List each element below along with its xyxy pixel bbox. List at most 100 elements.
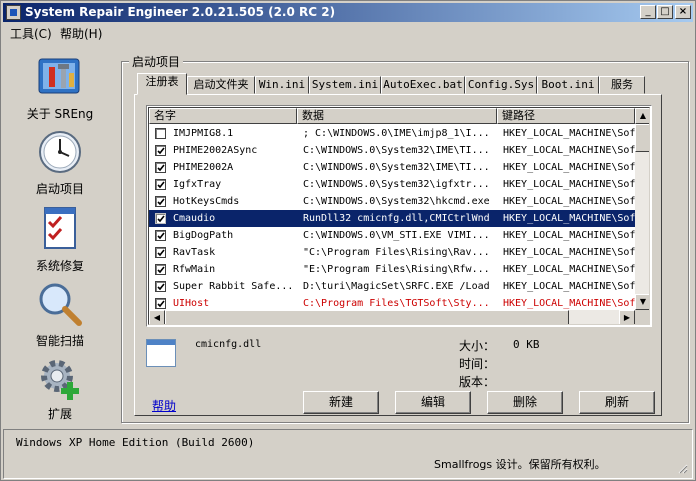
tab-autoexec[interactable]: AutoExec.bat	[381, 76, 465, 94]
resize-grip-icon[interactable]	[677, 463, 688, 474]
row-checkbox[interactable]	[155, 179, 166, 190]
row-name: PHIME2002ASync	[173, 145, 258, 156]
gear-plus-icon	[41, 360, 79, 400]
file-icon	[146, 339, 176, 367]
title-bar[interactable]: System Repair Engineer 2.0.21.505 (2.0 R…	[3, 3, 693, 22]
sidebar-item-label: 扩展	[47, 407, 72, 421]
menu-tools[interactable]: 工具(C)	[10, 25, 52, 42]
row-name: IgfxTray	[173, 179, 222, 190]
row-key-path: HKEY_LOCAL_MACHINE\Sof	[503, 145, 635, 156]
selected-filename: cmicnfg.dll	[195, 339, 262, 350]
row-name: RfwMain	[173, 264, 216, 275]
row-key-path: HKEY_LOCAL_MACHINE\Sof	[503, 196, 635, 207]
row-name: RavTask	[173, 247, 216, 258]
column-header-path[interactable]: 键路径	[497, 108, 635, 124]
table-row[interactable]: Cmaudio RunDll32 cmicnfg.dll,CMICtrlWnd HK…	[149, 210, 635, 227]
table-row[interactable]: RavTask "C:\Program Files\Rising\Rav... HK…	[149, 244, 635, 261]
row-checkbox[interactable]	[155, 230, 166, 241]
row-key-path: HKEY_LOCAL_MACHINE\Sof	[503, 264, 635, 275]
table-row[interactable]: BigDogPath C:\WINDOWS.0\VM_STI.EXE VIMI..…	[149, 227, 635, 244]
maximize-button[interactable]: □	[657, 5, 673, 19]
row-data: "E:\Program Files\Rising\Rfw...	[303, 264, 490, 275]
refresh-button[interactable]: 刷新	[579, 391, 655, 414]
table-row[interactable]: Super Rabbit Safe... D:\turi\MagicSet\SRF…	[149, 278, 635, 295]
menu-bar: 工具(C) 帮助(H)	[3, 23, 693, 41]
scroll-up-arrow[interactable]: ▲	[635, 108, 649, 124]
row-checkbox[interactable]	[155, 247, 166, 258]
scroll-left-arrow[interactable]: ◀	[149, 310, 165, 324]
horizontal-scrollbar[interactable]: ◀ ▶	[149, 310, 635, 324]
scroll-right-arrow[interactable]: ▶	[619, 310, 635, 324]
row-key-path: HKEY_LOCAL_MACHINE\Sof	[503, 213, 635, 224]
row-checkbox[interactable]	[155, 162, 166, 173]
tab-registry[interactable]: 注册表	[137, 73, 187, 95]
table-row[interactable]: PHIME2002ASync C:\WINDOWS.0\System32\IME\…	[149, 142, 635, 159]
scroll-corner	[635, 310, 649, 324]
tab-system-ini[interactable]: System.ini	[309, 76, 381, 94]
row-name: PHIME2002A	[173, 162, 234, 173]
delete-button[interactable]: 删除	[487, 391, 563, 414]
menu-help[interactable]: 帮助(H)	[60, 25, 102, 42]
check-icon	[157, 232, 165, 240]
minimize-button[interactable]: _	[640, 5, 656, 19]
table-row[interactable]: HotKeysCmds C:\WINDOWS.0\System32\hkcmd.e…	[149, 193, 635, 210]
app-icon	[6, 5, 21, 20]
time-label: 时间：	[459, 357, 496, 371]
row-checkbox[interactable]	[155, 264, 166, 275]
registry-list[interactable]: 名字 数据 键路径 IMJPMIG8.1 ; C:\WINDOWS.0\IME\i…	[146, 105, 652, 327]
row-name: BigDogPath	[173, 230, 234, 241]
table-row[interactable]: PHIME2002A C:\WINDOWS.0\System32\IME\TI..…	[149, 159, 635, 176]
scroll-down-arrow[interactable]: ▼	[635, 294, 649, 310]
main-window: System Repair Engineer 2.0.21.505 (2.0 R…	[0, 0, 696, 481]
os-version: Windows XP Home Edition (Build 2600)	[16, 436, 255, 449]
sidebar-item-label: 系统修复	[35, 259, 84, 273]
copyright-text: Smallfrogs 设计。保留所有权利。	[434, 458, 606, 471]
row-checkbox[interactable]	[155, 213, 166, 224]
version-label: 版本：	[459, 375, 496, 389]
column-header-data[interactable]: 数据	[297, 108, 497, 124]
row-key-path: HKEY_LOCAL_MACHINE\Sof	[503, 230, 635, 241]
row-data: C:\WINDOWS.0\System32\IME\TI...	[303, 162, 490, 173]
size-value: 0 KB	[513, 338, 540, 351]
tab-boot-ini[interactable]: Boot.ini	[537, 76, 599, 94]
row-checkbox[interactable]	[155, 298, 166, 309]
row-key-path: HKEY_LOCAL_MACHINE\Sof	[503, 128, 635, 139]
row-data: C:\WINDOWS.0\System32\hkcmd.exe	[303, 196, 490, 207]
tab-services[interactable]: 服务	[599, 76, 645, 94]
check-icon	[157, 266, 165, 274]
row-data: C:\WINDOWS.0\System32\igfxtr...	[303, 179, 490, 190]
row-checkbox[interactable]	[155, 145, 166, 156]
vertical-scrollbar[interactable]: ▲ ▼	[635, 108, 649, 310]
window-title: System Repair Engineer 2.0.21.505 (2.0 R…	[25, 5, 336, 19]
row-data: ; C:\WINDOWS.0\IME\imjp8_1\I...	[303, 128, 490, 139]
row-data: C:\WINDOWS.0\System32\IME\TI...	[303, 145, 490, 156]
row-checkbox[interactable]	[155, 281, 166, 292]
new-button[interactable]: 新建	[303, 391, 379, 414]
row-checkbox[interactable]	[155, 196, 166, 207]
row-name: HotKeysCmds	[173, 196, 240, 207]
sidebar-item-label: 智能扫描	[35, 334, 84, 348]
table-row[interactable]: RfwMain "E:\Program Files\Rising\Rfw... HK…	[149, 261, 635, 278]
horizontal-scroll-thumb[interactable]	[165, 310, 569, 324]
table-row[interactable]: IgfxTray C:\WINDOWS.0\System32\igfxtr... H…	[149, 176, 635, 193]
table-row[interactable]: IMJPMIG8.1 ; C:\WINDOWS.0\IME\imjp8_1\I..…	[149, 125, 635, 142]
check-icon	[157, 300, 165, 308]
check-icon	[157, 215, 165, 223]
row-data: RunDll32 cmicnfg.dll,CMICtrlWnd	[303, 213, 490, 224]
column-header-name[interactable]: 名字	[149, 108, 297, 124]
tab-win-ini[interactable]: Win.ini	[255, 76, 309, 94]
row-key-path: HKEY_LOCAL_MACHINE\Sof	[503, 281, 635, 292]
close-button[interactable]: ×	[675, 5, 691, 19]
row-checkbox[interactable]	[155, 128, 166, 139]
clock-icon	[39, 131, 81, 173]
vertical-scroll-thumb[interactable]	[635, 124, 649, 152]
edit-button[interactable]: 编辑	[395, 391, 471, 414]
tab-config-sys[interactable]: Config.Sys	[465, 76, 537, 94]
row-name: Cmaudio	[173, 213, 216, 224]
row-key-path: HKEY_LOCAL_MACHINE\Sof	[503, 162, 635, 173]
row-key-path: HKEY_LOCAL_MACHINE\Sof	[503, 247, 635, 258]
tab-startup-folder[interactable]: 启动文件夹	[187, 76, 255, 94]
toolbox-icon	[38, 58, 80, 94]
check-icon	[157, 283, 165, 291]
help-link[interactable]: 帮助	[152, 397, 176, 414]
